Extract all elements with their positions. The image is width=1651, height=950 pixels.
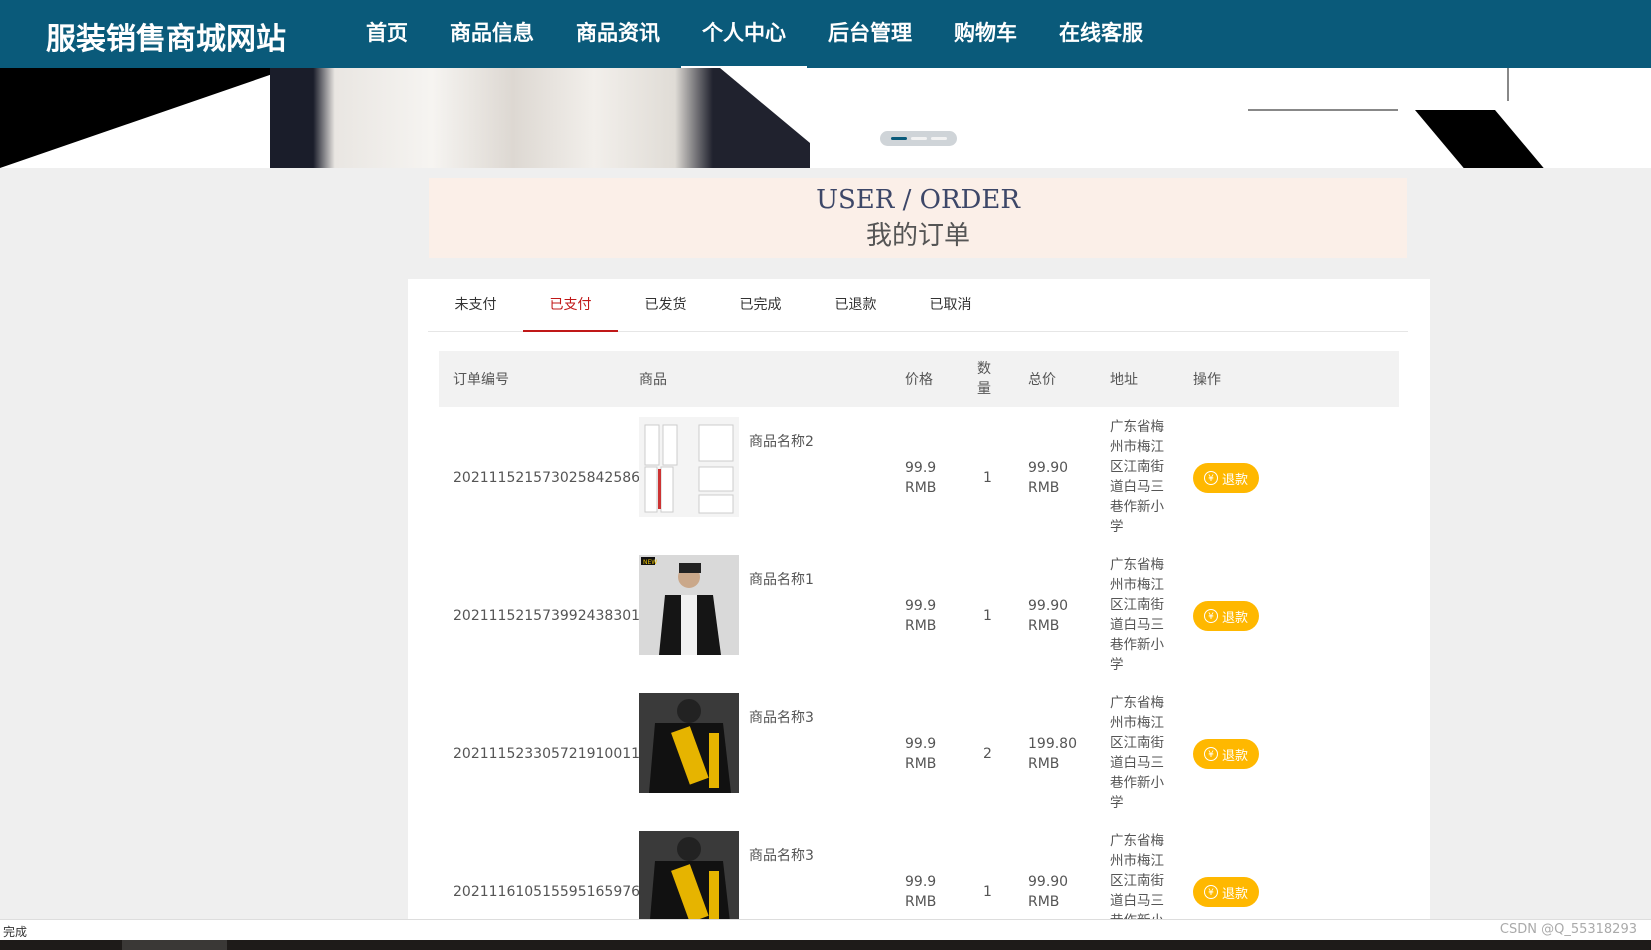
yen-icon: ¥ [1203, 471, 1218, 485]
order-number: 20211152330572191001​1 [453, 746, 641, 762]
table-row: 20211152157399243830​1 NEW 商品名称1 99.9 RM… [439, 547, 1399, 685]
taskbar-item[interactable] [122, 940, 227, 950]
refund-label: 退款 [1221, 748, 1248, 764]
section-title-en: USER / ORDER [816, 185, 1020, 215]
refund-label: 退款 [1221, 886, 1248, 902]
order-number: 20211152157302584258​6 [453, 470, 641, 486]
banner-decor-vline [1507, 68, 1509, 101]
product-thumbnail[interactable] [639, 417, 739, 517]
col-total: 总价 [1028, 372, 1056, 388]
quantity: 1 [983, 884, 992, 900]
carousel-dot-1[interactable] [890, 137, 907, 140]
price: 99.9 RMB [905, 874, 937, 910]
product-name[interactable]: 商品名称2 [749, 431, 814, 451]
refund-label: 退款 [1221, 610, 1248, 626]
price: 99.9 RMB [905, 598, 937, 634]
yen-icon: ¥ [1203, 885, 1218, 899]
yen-icon: ¥ [1203, 747, 1218, 761]
nav-item-user-center[interactable]: 个人中心 [681, 0, 807, 68]
browser-status-bar: 完成 CSDN @Q_55318293 [0, 919, 1651, 940]
refund-button[interactable]: ¥ 退款 [1193, 877, 1259, 907]
section-heading: USER / ORDER 我的订单 [429, 178, 1407, 258]
watermark: CSDN @Q_55318293 [1499, 922, 1637, 937]
refund-button[interactable]: ¥ 退款 [1193, 463, 1259, 493]
table-row: 20211152330572191001​1 商品名称3 99.9 RMB 2 … [439, 685, 1399, 823]
tab-shipped[interactable]: 已发货 [618, 279, 713, 331]
shipping-address: 广东省梅州市梅江区江南街道白马三巷作新小学 [1110, 419, 1164, 535]
tab-unpaid[interactable]: 未支付 [428, 279, 523, 331]
nav-item-products[interactable]: 商品信息 [429, 0, 555, 68]
banner-decor-left [0, 68, 290, 168]
table-row: 20211161051559516597​6 商品名称3 99.9 RMB 1 … [439, 823, 1399, 919]
tab-completed[interactable]: 已完成 [713, 279, 808, 331]
table-row: 20211152157302584258​6 商品名称2 99.9 RMB 1 … [439, 409, 1399, 547]
section-title-zh: 我的订单 [865, 221, 970, 251]
carousel-dot-2[interactable] [910, 137, 927, 140]
top-nav: 服装销售商城网站 首页 商品信息 商品资讯 个人中心 后台管理 购物车 在线客服 [0, 0, 1651, 68]
col-qty: 数量 [977, 361, 991, 397]
shipping-address: 广东省梅州市梅江区江南街道白马三巷作新小学 [1110, 557, 1164, 673]
nav-menu: 首页 商品信息 商品资讯 个人中心 后台管理 购物车 在线客服 [345, 0, 1164, 68]
status-text: 完成 [3, 925, 28, 939]
col-action: 操作 [1193, 372, 1221, 388]
tab-cancelled[interactable]: 已取消 [903, 279, 998, 331]
refund-button[interactable]: ¥ 退款 [1193, 601, 1259, 631]
banner-decor-right [1415, 110, 1544, 168]
hero-banner[interactable] [0, 68, 1651, 168]
table-header: 订单编号 商品 价格 数量 总价 地址 操作 [439, 351, 1399, 407]
col-product: 商品 [639, 372, 667, 388]
order-number: 20211161051559516597​6 [453, 884, 641, 900]
product-thumbnail[interactable]: NEW [639, 555, 739, 655]
product-name[interactable]: 商品名称3 [749, 707, 814, 727]
refund-button[interactable]: ¥ 退款 [1193, 739, 1259, 769]
total-price: 199.80 RMB [1028, 736, 1077, 772]
total-price: 99.90 RMB [1028, 874, 1069, 910]
product-thumbnail[interactable] [639, 831, 739, 919]
banner-decor-line [1248, 109, 1398, 111]
nav-item-news[interactable]: 商品资讯 [555, 0, 681, 68]
total-price: 99.90 RMB [1028, 460, 1069, 496]
quantity: 1 [983, 608, 992, 624]
nav-item-home[interactable]: 首页 [345, 0, 429, 68]
tab-paid[interactable]: 已支付 [523, 279, 618, 332]
total-price: 99.90 RMB [1028, 598, 1069, 634]
refund-label: 退款 [1221, 472, 1248, 488]
product-name[interactable]: 商品名称1 [749, 569, 814, 589]
yen-icon: ¥ [1203, 609, 1218, 623]
tab-refunded[interactable]: 已退款 [808, 279, 903, 331]
banner-decor-edge [720, 68, 840, 168]
price: 99.9 RMB [905, 736, 937, 772]
price: 99.9 RMB [905, 460, 937, 496]
product-name[interactable]: 商品名称3 [749, 845, 814, 865]
nav-item-admin[interactable]: 后台管理 [807, 0, 933, 68]
taskbar [0, 940, 1651, 950]
col-address: 地址 [1110, 372, 1138, 388]
shipping-address: 广东省梅州市梅江区江南街道白马三巷作新小 [1110, 833, 1164, 919]
svg-text:NEW: NEW [643, 559, 657, 566]
product-thumbnail[interactable] [639, 693, 739, 793]
orders-panel: 未支付 已支付 已发货 已完成 已退款 已取消 订单编号 商品 价格 数量 总价… [408, 279, 1430, 919]
order-status-tabs: 未支付 已支付 已发货 已完成 已退款 已取消 [428, 279, 1408, 332]
nav-item-support[interactable]: 在线客服 [1038, 0, 1164, 68]
carousel-dot-3[interactable] [930, 137, 947, 140]
col-order-no: 订单编号 [453, 372, 509, 388]
quantity: 1 [983, 470, 992, 486]
shipping-address: 广东省梅州市梅江区江南街道白马三巷作新小学 [1110, 695, 1164, 811]
col-price: 价格 [905, 372, 933, 388]
carousel-indicators [880, 131, 957, 146]
quantity: 2 [983, 746, 992, 762]
site-brand[interactable]: 服装销售商城网站 [46, 14, 286, 58]
nav-item-cart[interactable]: 购物车 [933, 0, 1038, 68]
order-number: 20211152157399243830​1 [453, 608, 641, 624]
